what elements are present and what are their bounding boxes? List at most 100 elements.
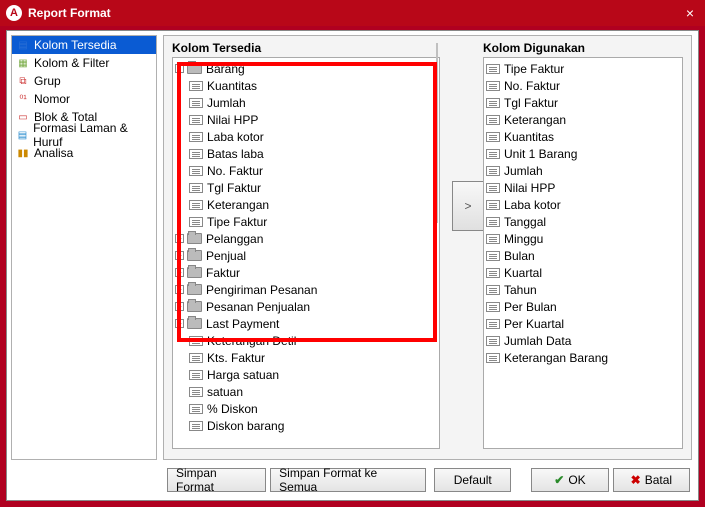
used-item-label: Tgl Faktur	[504, 96, 558, 110]
tree-item[interactable]: Nilai HPP	[175, 111, 437, 128]
default-button[interactable]: Default	[434, 468, 511, 492]
used-item[interactable]: Unit 1 Barang	[486, 145, 680, 162]
expander-icon[interactable]: +	[175, 302, 184, 311]
available-columns-list[interactable]: - Barang Kuantitas JumlahNilai HPPLaba koto…	[172, 57, 440, 449]
tree-item-label: Batas laba	[207, 147, 264, 161]
folder-icon	[187, 63, 202, 74]
page-icon: ▤	[16, 128, 29, 142]
field-icon	[486, 183, 500, 193]
expander-icon[interactable]: +	[175, 234, 184, 243]
used-item[interactable]: Tgl Faktur	[486, 94, 680, 111]
used-item[interactable]: Jumlah Data	[486, 332, 680, 349]
used-item[interactable]: Laba kotor	[486, 196, 680, 213]
tree-item-label: Faktur	[206, 266, 240, 280]
expander-icon[interactable]: +	[175, 319, 184, 328]
expander-icon[interactable]: +	[175, 285, 184, 294]
tree-item[interactable]: Jumlah	[175, 94, 437, 111]
used-item[interactable]: Nilai HPP	[486, 179, 680, 196]
expander-icon[interactable]: +	[175, 268, 184, 277]
used-columns-title: Kolom Digunakan	[483, 41, 683, 55]
x-icon: ✖	[631, 473, 641, 487]
field-icon	[189, 353, 203, 363]
tree-item[interactable]: +Penjual	[175, 247, 437, 264]
save-format-all-button[interactable]: Simpan Format ke Semua	[270, 468, 426, 492]
tree-item[interactable]: Tipe Faktur	[175, 213, 437, 230]
tree-item[interactable]: + Last Payment	[175, 315, 437, 332]
tree-item[interactable]: Kuantitas	[175, 77, 437, 94]
tree-item[interactable]: Tgl Faktur	[175, 179, 437, 196]
tree-item-label: Tgl Faktur	[207, 181, 261, 195]
sidebar-item-label: Nomor	[34, 92, 70, 106]
tree-item[interactable]: satuan	[175, 383, 437, 400]
sidebar-item-kolom-filter[interactable]: ▦ Kolom & Filter	[12, 54, 156, 72]
used-item[interactable]: Kuartal	[486, 264, 680, 281]
sidebar-item-kolom-tersedia[interactable]: ▤ Kolom Tersedia	[12, 36, 156, 54]
tree-item[interactable]: Laba kotor	[175, 128, 437, 145]
tree-item-label: Kuantitas	[207, 79, 257, 93]
tree-item-label: Barang	[206, 62, 245, 76]
tree-item[interactable]: Keterangan	[175, 196, 437, 213]
expander-icon[interactable]: -	[175, 64, 184, 73]
field-icon	[486, 132, 500, 142]
used-item[interactable]: Keterangan	[486, 111, 680, 128]
field-icon	[486, 64, 500, 74]
tree-item-label: No. Faktur	[207, 164, 263, 178]
used-item-label: Bulan	[504, 249, 535, 263]
field-icon	[486, 234, 500, 244]
used-item[interactable]: Per Bulan	[486, 298, 680, 315]
used-item[interactable]: Per Kuartal	[486, 315, 680, 332]
tree-item[interactable]: Keterangan Detil	[175, 332, 437, 349]
used-item[interactable]: Tanggal	[486, 213, 680, 230]
used-columns-list[interactable]: Tipe FakturNo. FakturTgl FakturKeteranga…	[483, 57, 683, 449]
used-item[interactable]: No. Faktur	[486, 77, 680, 94]
tree-item-label: Last Payment	[206, 317, 279, 331]
tree-item[interactable]: + Faktur	[175, 264, 437, 281]
used-item-label: Jumlah Data	[504, 334, 571, 348]
tree-item[interactable]: +Pengiriman Pesanan	[175, 281, 437, 298]
field-icon	[189, 421, 203, 431]
tree-item-label: % Diskon	[207, 402, 258, 416]
tree-item-label: satuan	[207, 385, 243, 399]
sidebar-item-grup[interactable]: ⧉ Grup	[12, 72, 156, 90]
used-columns-panel: Kolom Digunakan Tipe FakturNo. Faktur Tgl…	[483, 41, 683, 451]
folder-icon	[187, 301, 202, 312]
save-format-button[interactable]: Simpan Format	[167, 468, 266, 492]
folder-icon	[187, 233, 202, 244]
sidebar-item-label: Kolom & Filter	[34, 56, 109, 70]
close-button[interactable]: ×	[681, 4, 699, 22]
used-item-label: Jumlah	[504, 164, 543, 178]
tree-item[interactable]: Harga satuan	[175, 366, 437, 383]
tree-item[interactable]: Diskon barang	[175, 417, 437, 434]
tree-item[interactable]: - Barang	[175, 60, 437, 77]
used-item[interactable]: Jumlah	[486, 162, 680, 179]
tree-item[interactable]: No. Faktur	[175, 162, 437, 179]
tree-item[interactable]: Batas laba	[175, 145, 437, 162]
tree-item[interactable]: % Diskon	[175, 400, 437, 417]
app-logo-icon: A	[6, 5, 22, 21]
used-item-label: Per Bulan	[504, 300, 557, 314]
used-item[interactable]: Kuantitas	[486, 128, 680, 145]
used-item[interactable]: Keterangan Barang	[486, 349, 680, 366]
used-item[interactable]: Tahun	[486, 281, 680, 298]
scrollbar[interactable]	[436, 57, 438, 223]
sidebar-item-nomor[interactable]: ⁰¹ Nomor	[12, 90, 156, 108]
field-icon	[189, 336, 203, 346]
ok-button[interactable]: ✔OK	[531, 468, 608, 492]
tree-item-label: Pesanan Penjualan	[206, 300, 310, 314]
sidebar-item-formasi-laman[interactable]: ▤ Formasi Laman & Huruf	[12, 126, 156, 144]
number-icon: ⁰¹	[16, 92, 30, 106]
used-item[interactable]: Minggu	[486, 230, 680, 247]
move-right-button[interactable]: >	[452, 181, 484, 231]
used-item[interactable]: Tipe Faktur	[486, 60, 680, 77]
tree-item[interactable]: +Pelanggan	[175, 230, 437, 247]
expander-icon[interactable]: +	[175, 251, 184, 260]
used-item[interactable]: Bulan	[486, 247, 680, 264]
field-icon	[486, 251, 500, 261]
tree-item-label: Jumlah	[207, 96, 246, 110]
bottom-toolbar: Simpan Format Simpan Format ke Semua Def…	[7, 464, 698, 496]
tree-item[interactable]: + Pesanan Penjualan	[175, 298, 437, 315]
field-icon	[189, 81, 203, 91]
sidebar-item-label: Analisa	[34, 146, 73, 160]
tree-item[interactable]: Kts. Faktur	[175, 349, 437, 366]
cancel-button[interactable]: ✖Batal	[613, 468, 690, 492]
